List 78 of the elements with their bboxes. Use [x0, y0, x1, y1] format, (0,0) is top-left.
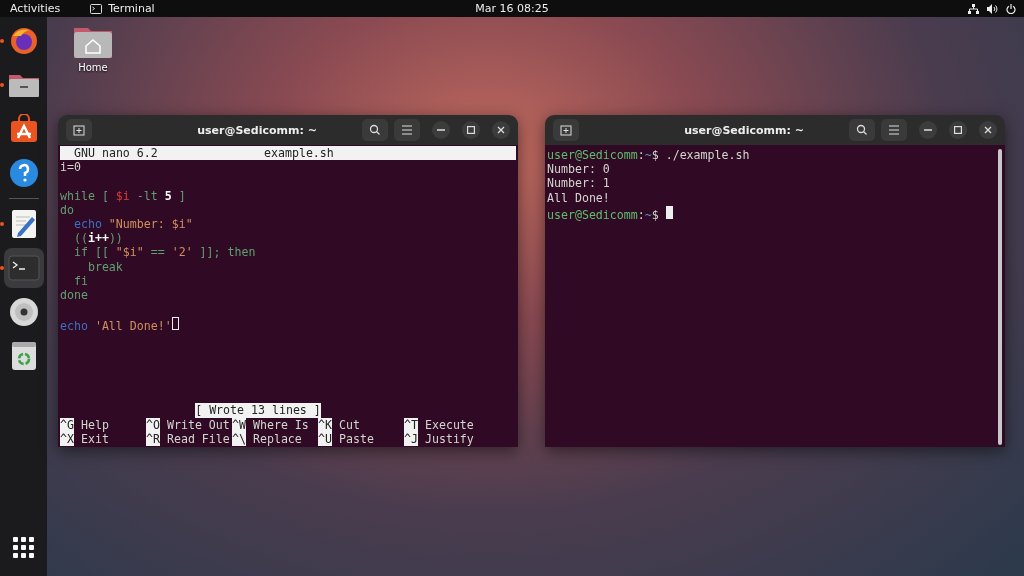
close-icon: [497, 126, 505, 134]
shortcut-label: Read File: [166, 431, 230, 446]
activities-button[interactable]: Activities: [10, 2, 61, 15]
new-tab-button[interactable]: [553, 119, 579, 141]
file-name: example.sh: [264, 146, 334, 161]
shortcut-label: Cut: [338, 417, 360, 432]
terminal-line: user@Sedicomm:~$ ./example.sh: [547, 148, 750, 163]
window-title: user@Sedicomm: ~: [196, 123, 318, 137]
shortcut-label: Replace: [252, 431, 302, 446]
shortcut-key: ^K: [318, 417, 332, 432]
terminal-line: All Done!: [547, 190, 610, 205]
search-button[interactable]: [362, 119, 388, 141]
menu-button[interactable]: [394, 119, 420, 141]
power-icon: [1006, 3, 1016, 14]
shortcut-key: ^G: [60, 417, 74, 432]
menu-icon: [888, 125, 900, 135]
scrollbar[interactable]: [998, 149, 1002, 445]
close-button[interactable]: [492, 121, 510, 139]
shortcut-label: Where Is: [252, 417, 309, 432]
code-line: do: [60, 202, 74, 217]
menu-button[interactable]: [881, 119, 907, 141]
minimize-button[interactable]: [432, 121, 450, 139]
maximize-icon: [467, 126, 475, 134]
shortcut-key: ^O: [146, 417, 160, 432]
recycle-bin-icon: [10, 341, 37, 371]
search-icon: [856, 124, 868, 136]
minimize-icon: [437, 129, 445, 131]
help-icon: [8, 158, 39, 188]
clock[interactable]: Mar 16 08:25: [475, 2, 549, 15]
shortcut-label: Write Out: [166, 417, 230, 432]
network-icon: [968, 3, 979, 14]
code-line: i=0: [60, 160, 81, 175]
new-tab-icon: [73, 124, 85, 136]
search-button[interactable]: [849, 119, 875, 141]
text-cursor: [171, 317, 179, 331]
maximize-button[interactable]: [462, 121, 480, 139]
menu-icon: [401, 125, 413, 135]
shortcut-label: Paste: [338, 431, 374, 446]
new-tab-button[interactable]: [66, 119, 92, 141]
disc-icon: [8, 297, 39, 327]
code-line: done: [60, 287, 88, 303]
maximize-icon: [954, 126, 962, 134]
app-menu[interactable]: Terminal: [108, 2, 155, 15]
editor-version: GNU nano 6.2: [73, 146, 159, 161]
browser-icon: [8, 26, 39, 56]
close-icon: [984, 126, 992, 134]
minimize-icon: [924, 129, 932, 131]
volume-icon: [987, 3, 998, 14]
terminal-line: Number: 1: [547, 176, 610, 191]
shortcut-label: Justify: [424, 431, 474, 446]
minimize-button[interactable]: [919, 121, 937, 139]
code-line: while [ $i -lt 5 ]: [60, 188, 186, 203]
terminal-icon: [7, 255, 40, 281]
maximize-button[interactable]: [949, 121, 967, 139]
window-title: user@Sedicomm: ~: [683, 123, 805, 137]
code-line: echo 'All Done!': [60, 316, 179, 331]
code-line: echo "Number: $i": [72, 216, 193, 232]
terminal-line: Number: 0: [547, 162, 610, 177]
text-cursor: [665, 205, 673, 219]
code-line: if [[ "$i" == '2' ]]; then: [72, 245, 256, 260]
terminal-line: user@Sedicomm:~$: [547, 204, 673, 219]
shortcut-label: Exit: [80, 431, 109, 446]
status-message: [ Wrote 13 lines ]: [195, 403, 321, 418]
shopping-bag-icon: [8, 114, 39, 144]
desktop-icon-label[interactable]: Home: [78, 62, 108, 73]
terminal-icon: [90, 3, 103, 14]
home-folder-icon: [73, 25, 113, 59]
new-tab-icon: [560, 124, 572, 136]
shortcut-label: Help: [80, 417, 109, 432]
shortcut-key: ^T: [404, 417, 418, 432]
close-button[interactable]: [979, 121, 997, 139]
shortcut-label: Execute: [424, 417, 474, 432]
code-line: ((i++)): [72, 231, 123, 246]
code-line: fi: [72, 273, 88, 288]
app-grid-icon: [12, 537, 35, 559]
search-icon: [369, 124, 381, 136]
text-editor-icon: [9, 209, 38, 239]
code-line: break: [86, 259, 123, 274]
